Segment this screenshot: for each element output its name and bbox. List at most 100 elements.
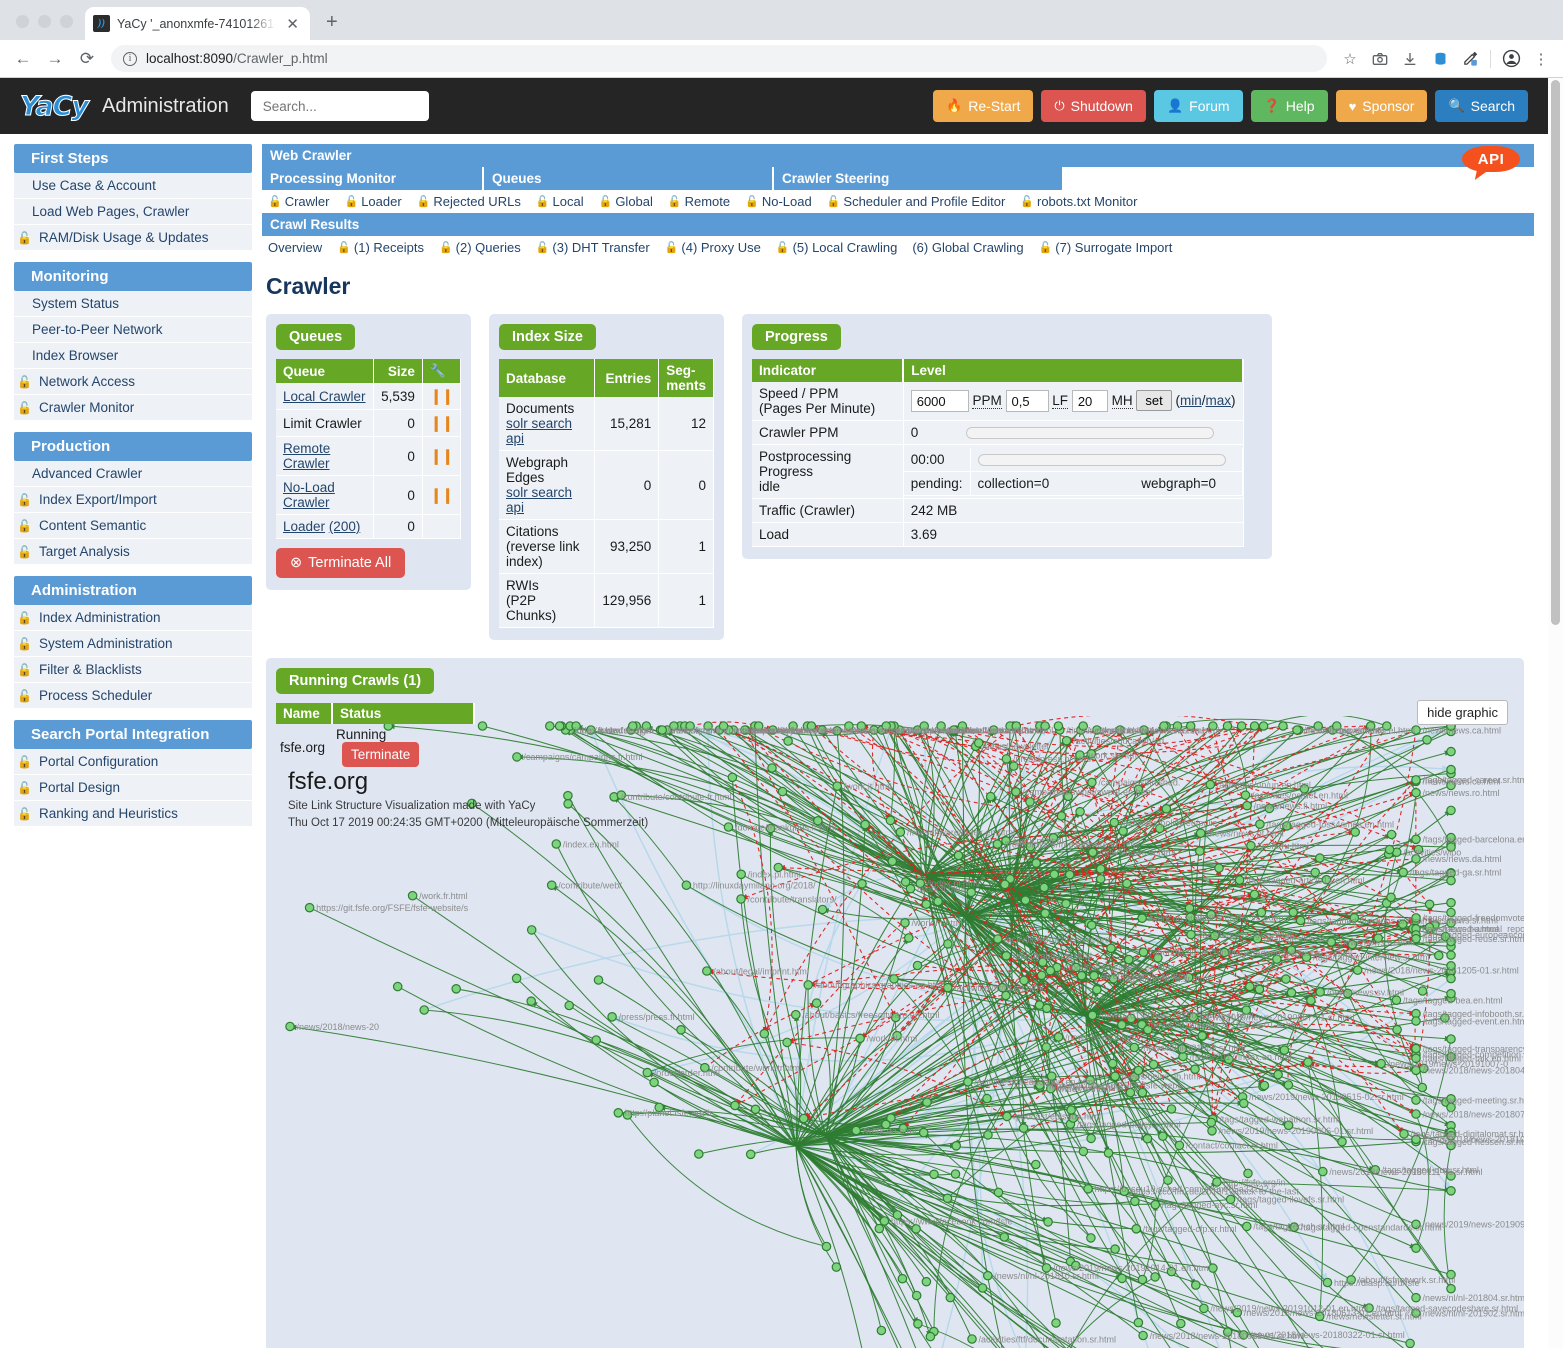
graph-node[interactable] — [1411, 1016, 1421, 1026]
graph-node[interactable] — [759, 1028, 770, 1039]
site-info-icon[interactable]: i — [123, 51, 137, 66]
graph-node[interactable] — [1446, 1185, 1456, 1196]
graph-node[interactable] — [1194, 846, 1205, 856]
graph-node[interactable] — [1258, 721, 1269, 731]
close-tab-icon[interactable]: ✕ — [283, 15, 302, 33]
graph-node[interactable] — [1422, 734, 1432, 745]
graph-node[interactable] — [1051, 1318, 1061, 1328]
sidebar-item-process-scheduler[interactable]: 🔓 Process Scheduler — [14, 683, 252, 709]
graph-node[interactable] — [392, 981, 403, 992]
tab-2-queries[interactable]: 🔓 (2) Queries — [433, 238, 530, 257]
graph-node[interactable] — [1157, 1131, 1168, 1141]
pause-icon[interactable]: ❙❙ — [430, 448, 454, 465]
sidebar-item-portal-configuration[interactable]: 🔓 Portal Configuration — [14, 749, 252, 775]
graph-node[interactable] — [1190, 1280, 1201, 1290]
graph-node[interactable] — [1043, 1217, 1053, 1227]
graph-node[interactable] — [1197, 1030, 1207, 1041]
maximize-window-button[interactable] — [60, 15, 73, 28]
graph-node[interactable] — [723, 822, 734, 832]
graph-node[interactable] — [903, 933, 914, 943]
tab-no-load[interactable]: 🔓 No-Load — [739, 192, 821, 211]
graph-node[interactable] — [1411, 775, 1421, 785]
database-icon[interactable] — [1426, 45, 1454, 73]
graph-node[interactable] — [693, 1149, 704, 1159]
terminate-all-button[interactable]: ⊗ Terminate All — [276, 548, 406, 578]
graph-node[interactable] — [1131, 1223, 1142, 1234]
graph-node[interactable] — [782, 1037, 792, 1048]
graph-node[interactable] — [1076, 970, 1087, 981]
graph-node[interactable] — [1315, 853, 1325, 863]
graph-node[interactable] — [1186, 929, 1196, 940]
graph-node[interactable] — [727, 772, 738, 783]
graph-node[interactable] — [1110, 1071, 1120, 1082]
min-link[interactable]: min — [1180, 393, 1202, 408]
page-scrollbar[interactable] — [1548, 78, 1563, 1348]
pause-icon[interactable]: ❙❙ — [430, 415, 454, 432]
graph-node[interactable] — [750, 1104, 761, 1115]
minimize-window-button[interactable] — [38, 15, 51, 28]
graph-node[interactable] — [943, 939, 953, 949]
graph-node[interactable] — [1041, 1003, 1052, 1014]
graph-node[interactable] — [304, 902, 315, 913]
graph-node[interactable] — [1386, 829, 1397, 840]
graph-node[interactable] — [1045, 965, 1056, 976]
graph-node[interactable] — [857, 879, 867, 889]
sidebar-item-use-case-account[interactable]: Use Case & Account — [14, 173, 252, 199]
graph-node[interactable] — [918, 1127, 929, 1138]
graph-node[interactable] — [1150, 1199, 1161, 1210]
graph-node[interactable] — [1000, 879, 1010, 890]
graph-node[interactable] — [1133, 1317, 1144, 1328]
graph-node[interactable] — [1064, 869, 1075, 880]
graph-node[interactable] — [1337, 1136, 1347, 1147]
queue-name-suffix[interactable]: (200) — [329, 519, 361, 534]
header-button-sponsor[interactable]: ♥ Sponsor — [1335, 90, 1428, 122]
lf-input[interactable] — [1005, 390, 1049, 413]
graph-node[interactable] — [811, 998, 822, 1008]
graph-node[interactable] — [1295, 915, 1306, 926]
header-button-help[interactable]: ❓ Help — [1250, 90, 1328, 122]
tab-3-dht-transfer[interactable]: 🔓 (3) DHT Transfer — [530, 238, 659, 257]
yacy-logo[interactable]: YaCy — [14, 90, 90, 122]
graph-node[interactable] — [593, 975, 604, 985]
graph-node[interactable] — [1446, 746, 1456, 757]
graph-node[interactable] — [1018, 1123, 1029, 1133]
queue-pause-cell[interactable]: ❙❙ — [422, 436, 462, 476]
graph-node[interactable] — [1303, 1057, 1313, 1067]
mh-input[interactable] — [1071, 390, 1108, 413]
graph-node[interactable] — [911, 1290, 922, 1301]
graph-node[interactable] — [1246, 840, 1256, 851]
hide-graphic-button[interactable]: hide graphic — [1417, 700, 1508, 725]
graph-node[interactable] — [701, 966, 712, 976]
graph-node[interactable] — [1117, 1273, 1127, 1284]
graph-node[interactable] — [1036, 970, 1047, 981]
header-button-forum[interactable]: 👤 Forum — [1153, 90, 1243, 122]
graph-node[interactable] — [933, 896, 943, 907]
sidebar-item-peer-to-peer-network[interactable]: Peer-to-Peer Network — [14, 317, 252, 343]
graph-node[interactable] — [887, 856, 898, 867]
graph-node[interactable] — [1315, 987, 1325, 997]
camera-icon[interactable] — [1366, 45, 1394, 73]
graph-node[interactable] — [1025, 797, 1035, 807]
pause-icon[interactable]: ❙❙ — [430, 388, 454, 405]
graph-node[interactable] — [1411, 787, 1421, 798]
graph-node[interactable] — [993, 1187, 1004, 1198]
tab-overview[interactable]: Overview — [262, 238, 331, 257]
graph-node[interactable] — [477, 721, 488, 731]
graph-node[interactable] — [1040, 908, 1050, 919]
queue-pause-cell[interactable]: ❙❙ — [422, 475, 462, 515]
sidebar-item-portal-design[interactable]: 🔓 Portal Design — [14, 775, 252, 801]
graph-node[interactable] — [1129, 1042, 1140, 1053]
tab-crawler[interactable]: 🔓 Crawler — [262, 192, 339, 211]
graph-node[interactable] — [1242, 800, 1252, 811]
graph-node[interactable] — [921, 899, 932, 909]
graph-node[interactable] — [1086, 920, 1097, 930]
new-tab-icon[interactable]: + — [310, 11, 352, 40]
graph-node[interactable] — [1166, 1104, 1177, 1114]
graph-node[interactable] — [1041, 1042, 1052, 1052]
graph-node[interactable] — [1288, 907, 1298, 918]
graph-node[interactable] — [983, 1130, 993, 1140]
sidebar-item-system-administration[interactable]: 🔓 System Administration — [14, 631, 252, 657]
graph-node[interactable] — [1031, 858, 1041, 868]
eyedropper-icon[interactable] — [1456, 45, 1484, 73]
graph-node[interactable] — [1292, 725, 1302, 735]
